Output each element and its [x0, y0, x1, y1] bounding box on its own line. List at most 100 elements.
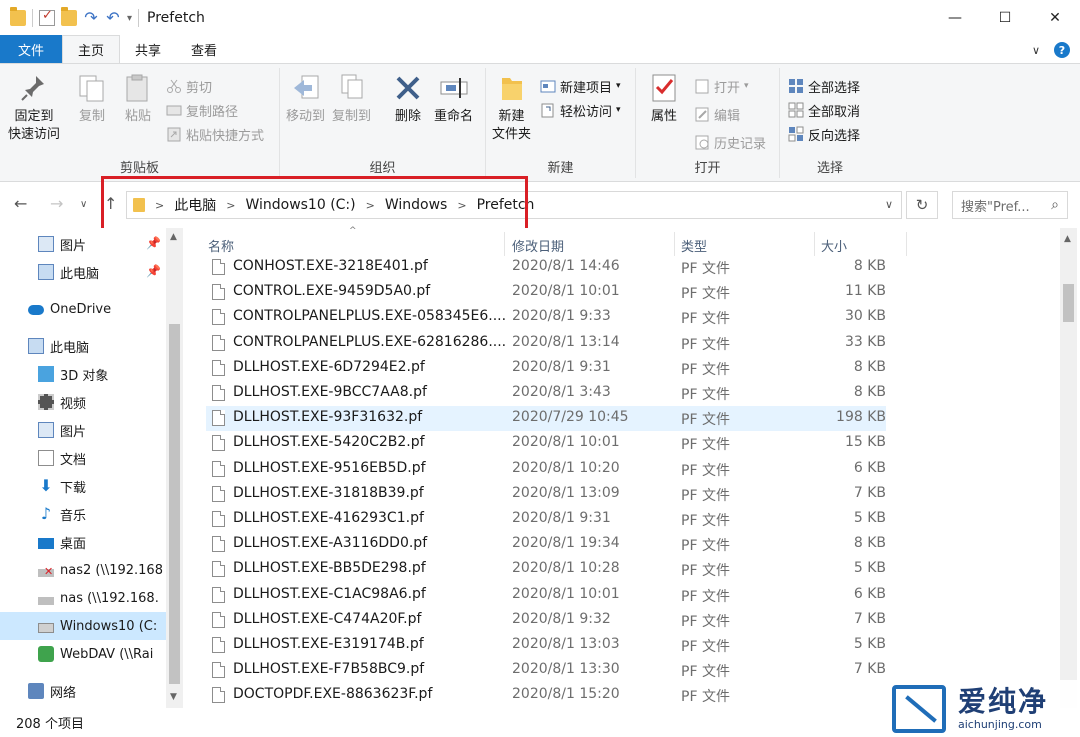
tab-home[interactable]: 主页	[62, 35, 121, 63]
nav-item-this-pc[interactable]: 此电脑	[0, 332, 166, 360]
table-row[interactable]: DLLHOST.EXE-F7B58BC9.pf 2020/8/1 13:30 PF …	[206, 658, 886, 683]
table-row[interactable]: DLLHOST.EXE-C474A20F.pf 2020/8/1 9:32 PF 文…	[206, 608, 886, 633]
paste-button[interactable]: 粘贴	[122, 72, 154, 126]
invert-selection-button[interactable]: 反向选择	[788, 124, 860, 144]
properties-icon[interactable]	[39, 8, 55, 26]
table-row[interactable]: DLLHOST.EXE-93F31632.pf 2020/7/29 10:45 PF…	[206, 406, 886, 432]
copy-path-button[interactable]: 复制路径	[166, 100, 238, 120]
refresh-button[interactable]: ↻	[906, 191, 938, 219]
paste-shortcut-button[interactable]: 粘贴快捷方式	[166, 124, 264, 144]
easy-access-icon	[540, 102, 556, 118]
delete-button[interactable]: 删除	[392, 72, 424, 126]
table-row[interactable]: DOCTOPDF.EXE-8863623F.pf 2020/8/1 15:20 PF…	[206, 683, 886, 708]
nav-item-this-pc-quick[interactable]: 此电脑	[0, 258, 166, 286]
pin-label-line2: 快速访问	[8, 127, 61, 142]
table-row[interactable]: DLLHOST.EXE-C1AC98A6.pf 2020/8/1 10:01 PF …	[206, 583, 886, 608]
nav-item-desktop[interactable]: 桌面	[0, 528, 166, 556]
maximize-button[interactable]: ☐	[980, 0, 1030, 36]
column-divider[interactable]	[906, 232, 907, 256]
column-divider[interactable]	[674, 232, 675, 256]
tab-share[interactable]: 共享	[120, 35, 176, 63]
nav-item-webdav[interactable]: WebDAV (\\Rai	[0, 640, 166, 668]
tab-view[interactable]: 查看	[176, 35, 232, 63]
nav-item-pictures-quick[interactable]: 图片	[0, 230, 166, 258]
pin-to-quick-access-button[interactable]: 固定到 快速访问	[8, 72, 60, 144]
file-date: 2020/8/1 19:34	[512, 535, 620, 552]
nav-item-3d-objects[interactable]: 3D 对象	[0, 360, 166, 388]
undo-icon[interactable]: ↷	[83, 10, 99, 26]
new-folder-icon[interactable]	[61, 7, 77, 26]
nav-item-documents[interactable]: 文档	[0, 444, 166, 472]
column-divider[interactable]	[504, 232, 505, 256]
move-to-button[interactable]: 移动到	[286, 72, 325, 126]
scroll-down-icon[interactable]: ▼	[170, 692, 177, 702]
close-button[interactable]: ✕	[1030, 0, 1080, 36]
table-row[interactable]: DLLHOST.EXE-BB5DE298.pf 2020/8/1 10:28 PF …	[206, 557, 886, 582]
select-all-label: 全部选择	[808, 80, 861, 96]
rename-button[interactable]: 重命名	[434, 72, 473, 126]
nav-item-onedrive[interactable]: OneDrive	[0, 295, 166, 323]
cut-button[interactable]: 剪切	[166, 76, 212, 96]
tab-file[interactable]: 文件	[0, 35, 63, 63]
nav-item-videos[interactable]: 视频	[0, 388, 166, 416]
minimize-button[interactable]: —	[930, 0, 980, 36]
nav-item-nas2[interactable]: ✕ nas2 (\\192.168	[0, 556, 166, 584]
scrollbar-thumb[interactable]	[1063, 284, 1074, 322]
forward-arrow-icon[interactable]: →	[50, 194, 63, 213]
scroll-up-icon[interactable]: ▲	[1064, 234, 1071, 244]
new-item-button[interactable]: 新建项目 ▾	[540, 76, 621, 96]
file-size: 8 KB	[853, 384, 886, 400]
table-row[interactable]: CONHOST.EXE-3218E401.pf 2020/8/1 14:46 PF …	[206, 255, 886, 280]
nav-scrollbar[interactable]: ▲ ▼	[166, 228, 183, 708]
table-row[interactable]: DLLHOST.EXE-E319174B.pf 2020/8/1 13:03 PF …	[206, 633, 886, 658]
nav-item-network[interactable]: 网络	[0, 677, 166, 705]
highlight-box	[101, 176, 528, 231]
nav-item-pictures[interactable]: 图片	[0, 416, 166, 444]
file-date: 2020/8/1 3:43	[512, 384, 611, 400]
column-header-size[interactable]: 大小	[821, 234, 847, 256]
chevron-down-icon[interactable]: ∨	[885, 198, 893, 211]
select-all-button[interactable]: 全部选择	[788, 76, 860, 96]
new-folder-button[interactable]: 新建 文件夹	[492, 72, 531, 144]
scroll-up-icon[interactable]: ▲	[170, 232, 177, 242]
table-row[interactable]: CONTROLPANELPLUS.EXE-62816286.... 2020/8/…	[206, 331, 886, 356]
table-row[interactable]: DLLHOST.EXE-416293C1.pf 2020/8/1 9:31 PF 文…	[206, 507, 886, 532]
copy-to-button[interactable]: 复制到	[332, 72, 371, 126]
column-header-name[interactable]: 名称	[208, 234, 234, 256]
column-header-date[interactable]: 修改日期	[512, 234, 564, 256]
chevron-down-icon[interactable]: ∨	[1032, 44, 1040, 57]
nav-item-nas[interactable]: nas (\\192.168.	[0, 584, 166, 612]
history-button[interactable]: 历史记录	[694, 132, 766, 152]
file-list-scrollbar[interactable]: ▲	[1060, 228, 1077, 708]
select-none-button[interactable]: 全部取消	[788, 100, 860, 120]
edit-button[interactable]: 编辑	[694, 104, 740, 124]
nav-item-downloads[interactable]: ⬇ 下载	[0, 472, 166, 500]
column-header-type[interactable]: 类型	[681, 234, 707, 256]
table-row[interactable]: DLLHOST.EXE-31818B39.pf 2020/8/1 13:09 PF …	[206, 482, 886, 507]
search-icon[interactable]: ⌕	[1051, 197, 1059, 213]
copy-button[interactable]: 复制	[76, 72, 108, 126]
easy-access-button[interactable]: 轻松访问 ▾	[540, 100, 621, 120]
back-arrow-icon[interactable]: ←	[14, 194, 27, 213]
table-row[interactable]: DLLHOST.EXE-9BCC7AA8.pf 2020/8/1 3:43 PF 文…	[206, 381, 886, 406]
table-row[interactable]: DLLHOST.EXE-6D7294E2.pf 2020/8/1 9:31 PF 文…	[206, 356, 886, 381]
search-input[interactable]: 搜索"Pref... ⌕	[952, 191, 1068, 219]
customize-toolbar-icon[interactable]: ▾	[127, 13, 132, 24]
nav-item-music[interactable]: ♪ 音乐	[0, 500, 166, 528]
table-row[interactable]: DLLHOST.EXE-5420C2B2.pf 2020/8/1 10:01 PF …	[206, 431, 886, 456]
properties-button[interactable]: 属性	[648, 72, 680, 126]
file-name: DLLHOST.EXE-416293C1.pf	[233, 510, 424, 526]
redo-icon[interactable]: ↶	[105, 10, 121, 26]
column-divider[interactable]	[814, 232, 815, 256]
file-type: PF 文件	[681, 664, 730, 681]
open-label: 打开	[714, 80, 741, 96]
table-row[interactable]: CONTROL.EXE-9459D5A0.pf 2020/8/1 10:01 PF …	[206, 280, 886, 305]
help-icon[interactable]: ?	[1054, 42, 1070, 58]
open-button[interactable]: 打开 ▾	[694, 76, 749, 96]
scrollbar-thumb[interactable]	[169, 324, 180, 684]
table-row[interactable]: DLLHOST.EXE-9516EB5D.pf 2020/8/1 10:20 PF …	[206, 457, 886, 482]
table-row[interactable]: CONTROLPANELPLUS.EXE-058345E6.... 2020/8/…	[206, 305, 886, 330]
nav-item-windows10-c[interactable]: Windows10 (C:	[0, 612, 166, 640]
table-row[interactable]: DLLHOST.EXE-A3116DD0.pf 2020/8/1 19:34 PF …	[206, 532, 886, 557]
recent-locations-icon[interactable]: ∨	[80, 199, 87, 210]
